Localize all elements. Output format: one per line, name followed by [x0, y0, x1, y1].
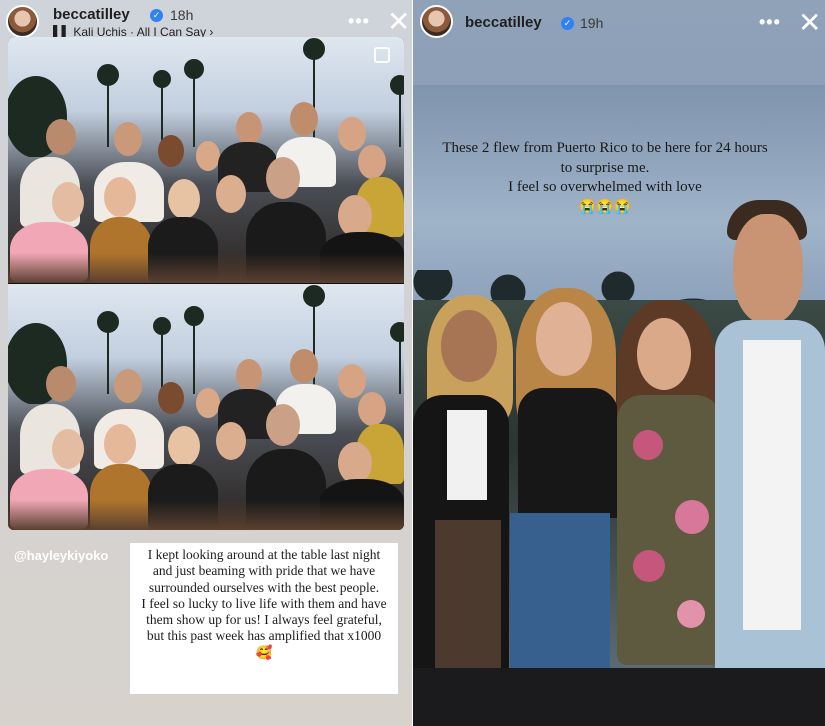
avatar[interactable] [420, 5, 453, 38]
bottom-bar [413, 668, 825, 726]
story-text-overlay: These 2 flew from Puerto Rico to be here… [435, 139, 775, 217]
person-3 [603, 300, 723, 670]
right-story-header: beccatilley ✓ 19h ••• ✕ [413, 0, 825, 50]
mention-tag[interactable]: @hayleykiyoko [14, 548, 108, 563]
more-horizontal-icon[interactable]: ••• [759, 12, 781, 33]
left-story[interactable]: beccatilley ✓ 18h ▌▌ Kali Uchis · All I … [0, 0, 412, 726]
group-photo [8, 37, 404, 283]
person-4 [715, 200, 825, 670]
group-photo-duplicate [8, 284, 404, 530]
close-icon[interactable]: ✕ [798, 9, 821, 37]
photo-collage [8, 37, 404, 530]
multi-photo-icon [374, 47, 390, 63]
username[interactable]: beccatilley [465, 14, 542, 31]
verified-badge-icon: ✓ [561, 17, 574, 30]
close-icon[interactable]: ✕ [387, 8, 410, 36]
post-time: 18h [170, 7, 194, 23]
avatar[interactable] [6, 5, 39, 38]
caption-text: I kept looking around at the table last … [141, 547, 387, 660]
emoji-row: 😭😭😭 [578, 199, 632, 215]
right-story[interactable]: beccatilley ✓ 19h ••• ✕ These 2 flew fro… [413, 0, 825, 726]
verified-badge-icon: ✓ [150, 9, 163, 22]
more-horizontal-icon[interactable]: ••• [348, 11, 370, 32]
person-2 [498, 288, 618, 670]
story-text: These 2 flew from Puerto Rico to be here… [442, 140, 768, 195]
caption-box: I kept looking around at the table last … [130, 543, 398, 694]
username[interactable]: beccatilley [53, 6, 130, 23]
post-time: 19h [580, 15, 604, 31]
